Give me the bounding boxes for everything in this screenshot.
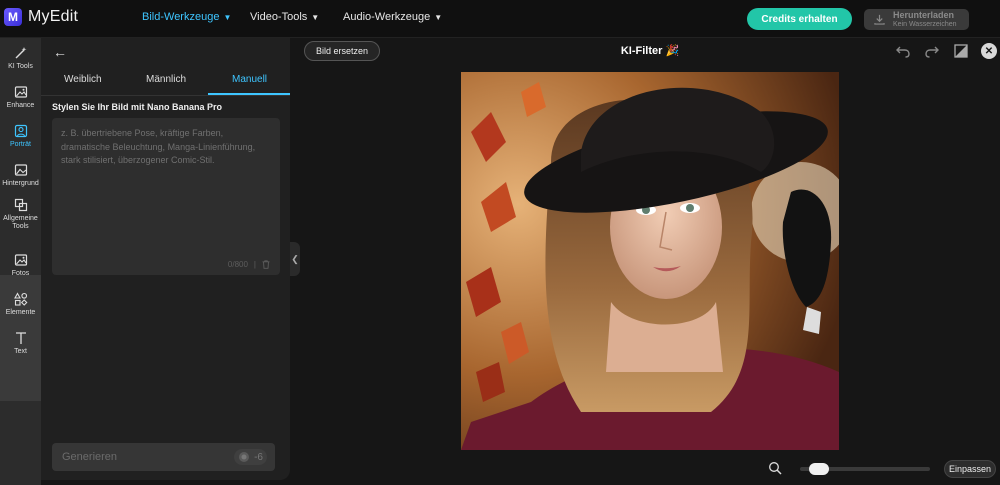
magic-wand-icon xyxy=(15,47,26,59)
rail-item-hintergrund[interactable]: Hintergrund xyxy=(0,163,41,188)
portrait-icon xyxy=(14,124,27,138)
nav-label: Audio-Werkzeuge xyxy=(343,11,431,23)
app-logo[interactable]: M MyEdit xyxy=(4,8,78,26)
counter-divider: | xyxy=(253,259,256,269)
close-icon: ✕ xyxy=(984,45,994,57)
generate-label: Generieren xyxy=(62,451,118,463)
party-popper-icon: 🎉 xyxy=(665,45,680,57)
download-sublabel: Kein Wasserzeichen xyxy=(893,20,957,28)
active-tab-indicator xyxy=(208,93,290,95)
download-label: Herunterladen xyxy=(893,9,955,20)
nav-bild-werkzeuge[interactable]: Bild-Werkzeuge ▼ xyxy=(142,11,231,23)
prompt-placeholder: z. B. übertriebene Pose, kräftige Farben… xyxy=(61,128,256,165)
credit-icon xyxy=(239,452,250,462)
rail-item-fotos[interactable]: Fotos xyxy=(0,253,41,278)
prompt-textarea[interactable]: z. B. übertriebene Pose, kräftige Farben… xyxy=(52,118,280,275)
portrait-photo-illustration xyxy=(461,72,839,450)
canvas-title: KI-Filter 🎉 xyxy=(600,44,700,57)
rail-label: Enhance xyxy=(6,102,35,109)
tab-manuell[interactable]: Manuell xyxy=(232,74,267,85)
style-tabs: Weiblich Männlich Manuell xyxy=(41,68,290,96)
canvas-title-text: KI-Filter xyxy=(620,45,663,57)
trash-icon[interactable] xyxy=(262,260,270,269)
close-button[interactable]: ✕ xyxy=(981,43,997,59)
redo-icon[interactable] xyxy=(924,43,940,59)
shapes-icon xyxy=(13,292,27,306)
download-icon xyxy=(874,14,885,25)
left-rail: KI Tools Enhance Porträt Hintergrund All… xyxy=(0,38,41,485)
rail-label: KI Tools xyxy=(8,63,33,70)
tab-weiblich[interactable]: Weiblich xyxy=(64,74,102,85)
chevron-down-icon: ▼ xyxy=(434,12,443,22)
get-credits-button[interactable]: Credits erhalten xyxy=(747,8,852,30)
rail-item-enhance[interactable]: Enhance xyxy=(0,85,41,110)
top-bar: M MyEdit Bild-Werkzeuge ▼ Video-Tools ▼ … xyxy=(0,0,1000,38)
rail-label: Fotos xyxy=(11,270,30,277)
app-name: MyEdit xyxy=(28,8,79,25)
text-icon xyxy=(15,332,26,344)
nav-label: Bild-Werkzeuge xyxy=(142,11,220,23)
char-counter: 0/800 | xyxy=(228,258,270,272)
rail-item-ki-tools[interactable]: KI Tools xyxy=(0,46,41,71)
rail-label: Hintergrund xyxy=(2,180,39,187)
rail-label: Allgemeine Tools xyxy=(3,215,38,230)
chevron-down-icon: ▼ xyxy=(311,12,320,22)
zoom-slider-handle[interactable] xyxy=(808,463,829,475)
image-enhance-icon xyxy=(14,86,27,98)
rail-item-portrait[interactable]: Porträt xyxy=(0,124,41,149)
rail-label: Porträt xyxy=(9,141,31,148)
replace-image-button[interactable]: Bild ersetzen xyxy=(304,41,380,61)
rail-item-allgemeine-tools[interactable]: Allgemeine Tools xyxy=(0,198,41,231)
credit-cost-badge: -6 xyxy=(234,449,267,465)
crop-tools-icon xyxy=(14,198,27,212)
download-button[interactable]: Herunterladen Kein Wasserzeichen xyxy=(864,9,969,30)
chevron-left-icon: ❮ xyxy=(291,253,299,264)
search-icon[interactable] xyxy=(768,461,782,475)
logo-mark: M xyxy=(4,8,22,26)
credit-cost: -6 xyxy=(254,451,263,463)
undo-icon[interactable] xyxy=(895,43,911,59)
chevron-down-icon: ▼ xyxy=(223,12,232,22)
rail-label: Elemente xyxy=(5,309,36,316)
zoom-slider[interactable] xyxy=(800,463,930,475)
background-icon xyxy=(14,164,27,176)
tab-maennlich[interactable]: Männlich xyxy=(146,74,186,85)
edited-photo[interactable] xyxy=(461,72,839,450)
generate-button[interactable]: Generieren -6 xyxy=(52,443,275,471)
rail-label: Text xyxy=(14,348,27,355)
nav-video-tools[interactable]: Video-Tools ▼ xyxy=(250,11,319,23)
char-counter-text: 0/800 xyxy=(227,259,248,269)
compare-icon[interactable] xyxy=(953,43,969,59)
rail-item-text[interactable]: Text xyxy=(0,331,41,356)
back-arrow-icon[interactable]: ← xyxy=(53,44,67,60)
fit-to-screen-button[interactable]: Einpassen xyxy=(944,460,996,478)
collapse-panel-button[interactable]: ❮ xyxy=(290,242,300,276)
rail-item-elemente[interactable]: Elemente xyxy=(0,292,41,317)
photo-icon xyxy=(14,254,27,266)
section-title: Stylen Sie Ihr Bild mit Nano Banana Pro xyxy=(52,102,223,112)
nav-audio-werkzeuge[interactable]: Audio-Werkzeuge ▼ xyxy=(343,11,442,23)
nav-label: Video-Tools xyxy=(250,11,308,23)
portrait-tool-panel: ← Weiblich Männlich Manuell Stylen Sie I… xyxy=(41,38,290,480)
